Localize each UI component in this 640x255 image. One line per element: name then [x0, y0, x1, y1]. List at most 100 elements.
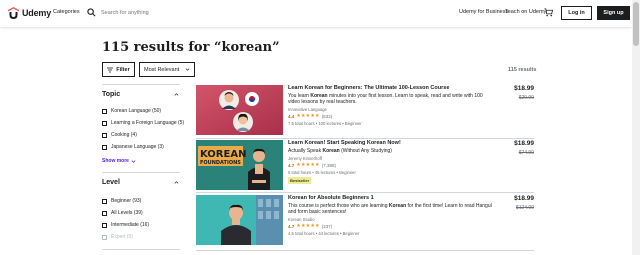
topic-option-korean-language[interactable]: Korean Language (50)	[102, 108, 161, 114]
teach-link[interactable]: Teach on Udemy	[505, 9, 546, 15]
course-divider	[196, 250, 534, 251]
desc-text: This course is perfect those who are lea…	[288, 203, 389, 209]
checkbox[interactable]	[102, 222, 107, 228]
sidebar-divider	[102, 249, 180, 250]
course-meta: 5 total hours • 45 lectures • Beginner	[288, 170, 356, 175]
show-more-link[interactable]: Show more	[102, 158, 136, 164]
chevron-down-icon	[131, 159, 136, 163]
course-original-price: $29.99	[518, 95, 534, 101]
desc-text: You learn	[288, 93, 311, 99]
desc-text: (Without Any Studying)	[339, 148, 392, 154]
cart-icon[interactable]	[544, 8, 553, 17]
course-original-price: $124.99	[515, 205, 534, 211]
option-count: (16)	[140, 222, 150, 228]
course-instructor: Jeremy Kinnerhoff	[288, 156, 322, 161]
course-price: $18.99	[514, 140, 534, 147]
option-label: Beginner	[111, 198, 132, 204]
course-price: $18.99	[514, 85, 534, 92]
checkbox[interactable]	[102, 120, 107, 126]
option-count: (0)	[126, 234, 133, 240]
course-original-price: $74.99	[518, 150, 534, 156]
udemy-logo[interactable]: Udemy	[8, 7, 51, 19]
rating-value: 4.7	[288, 223, 295, 229]
course-description: This course is perfect those who are lea…	[288, 203, 493, 216]
course-description: Actually Speak Korean (Without Any Study…	[288, 148, 493, 154]
level-heading[interactable]: Level	[102, 179, 120, 186]
course-card[interactable]: Korean for Absolute Beginners 1 This cou…	[196, 195, 534, 245]
page-scrollbar[interactable]	[632, 0, 640, 255]
results-title: 115 results for “korean”	[102, 40, 280, 55]
signup-button[interactable]: Sign up	[597, 6, 630, 20]
course-divider	[196, 138, 534, 139]
option-label: Cooking	[111, 132, 130, 138]
sort-select[interactable]: Most Relevant	[139, 62, 195, 77]
course-instructor: Korean Studio	[288, 217, 315, 222]
option-count: (3)	[157, 144, 164, 150]
search-input[interactable]	[101, 9, 401, 16]
level-option-beginner[interactable]: Beginner (93)	[102, 198, 141, 204]
bestseller-badge: Bestseller	[288, 177, 312, 184]
course-price: $18.99	[514, 195, 534, 202]
course-instructor: Innovative Language	[288, 107, 327, 112]
topic-option-cooking[interactable]: Cooking (4)	[102, 132, 137, 138]
course-divider	[196, 192, 534, 193]
svg-text:FOUNDATIONS: FOUNDATIONS	[200, 160, 241, 166]
rating-count: (337)	[321, 223, 333, 229]
checkbox[interactable]	[102, 144, 107, 150]
search-bar[interactable]	[84, 5, 424, 20]
topic-option-learning-foreign-language[interactable]: Learning a Foreign Language (5)	[102, 120, 184, 126]
course-meta: 7.5 total hours • 100 lectures • Beginne…	[288, 121, 362, 126]
option-label: Korean Language	[111, 108, 151, 114]
option-count: (4)	[130, 132, 137, 138]
categories-link[interactable]: Categories	[53, 9, 80, 15]
course-description: You learn Korean minutes into your first…	[288, 93, 493, 106]
desc-keyword: Korean	[310, 93, 328, 99]
filter-button[interactable]: Filter	[102, 62, 135, 77]
option-label: Learning a Foreign Language	[111, 120, 177, 126]
topic-option-japanese-language[interactable]: Japanese Language (3)	[102, 144, 164, 150]
desc-keyword: Korean	[322, 148, 340, 154]
option-count: (50)	[152, 108, 162, 114]
logo-text: Udemy	[22, 8, 52, 18]
sidebar-divider	[102, 84, 180, 85]
rating-value: 4.7	[288, 162, 295, 168]
level-option-intermediate[interactable]: Intermediate (16)	[102, 222, 149, 228]
course-thumbnail[interactable]	[196, 195, 283, 245]
svg-text:KOREAN: KOREAN	[200, 149, 246, 160]
filter-icon	[107, 67, 114, 72]
star-rating-icon: ★★★★★	[296, 113, 320, 119]
topic-heading[interactable]: Topic	[102, 91, 120, 98]
checkbox[interactable]	[102, 108, 107, 114]
udemy-business-link[interactable]: Udemy for Business	[459, 9, 508, 15]
chevron-up-icon[interactable]	[174, 92, 179, 97]
course-card[interactable]: Learn Korean for Beginners: The Ultimate…	[196, 85, 534, 135]
rating-count: (7,388)	[321, 162, 336, 168]
search-icon[interactable]	[87, 8, 96, 17]
scrollbar-thumb[interactable]	[633, 2, 639, 46]
course-title[interactable]: Learn Korean! Start Speaking Korean Now!	[288, 140, 488, 146]
option-label: Intermediate	[111, 222, 139, 228]
option-count: (5)	[178, 120, 185, 126]
rating-value: 4.4	[288, 113, 295, 119]
course-meta: 4.5 total hours • 44 lectures • Beginner	[288, 231, 360, 236]
option-count: (39)	[133, 210, 143, 216]
course-title[interactable]: Learn Korean for Beginners: The Ultimate…	[288, 85, 488, 91]
star-rating-icon: ★★★★★	[296, 223, 320, 229]
level-option-expert: Expert (0)	[102, 234, 133, 240]
udemy-logo-icon	[8, 7, 19, 19]
checkbox[interactable]	[102, 132, 107, 138]
course-thumbnail[interactable]	[196, 85, 283, 135]
course-title[interactable]: Korean for Absolute Beginners 1	[288, 195, 488, 201]
sidebar-divider	[102, 172, 180, 173]
course-rating: 4.7 ★★★★★ (7,388)	[288, 162, 336, 168]
course-thumbnail[interactable]: KOREAN FOUNDATIONS	[196, 140, 283, 190]
level-option-all-levels[interactable]: All Levels (39)	[102, 210, 143, 216]
course-rating: 4.4 ★★★★★ (832)	[288, 113, 332, 119]
option-label: Japanese Language	[111, 144, 157, 150]
sort-label: Most Relevant	[144, 66, 180, 73]
checkbox[interactable]	[102, 198, 107, 204]
checkbox[interactable]	[102, 210, 107, 216]
course-card[interactable]: KOREAN FOUNDATIONS Learn Korean! Start S…	[196, 140, 534, 190]
login-button[interactable]: Log in	[561, 6, 592, 20]
chevron-up-icon[interactable]	[174, 180, 179, 185]
